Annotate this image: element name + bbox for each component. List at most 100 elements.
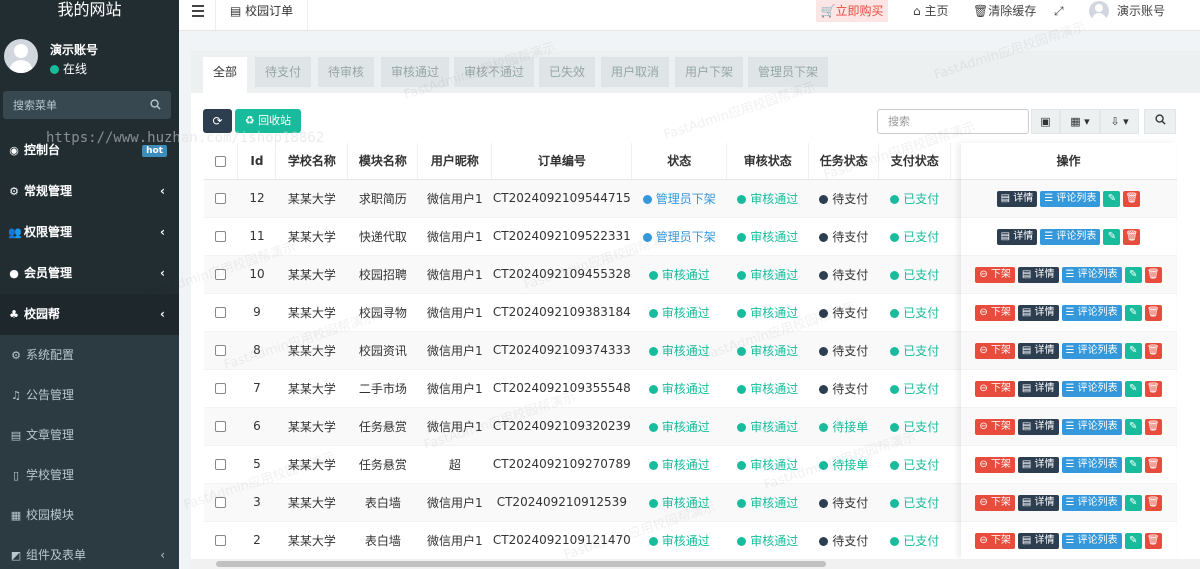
detail-button[interactable]: ▤ 详情: [1017, 342, 1059, 359]
edit-icon[interactable]: ✎: [1124, 532, 1142, 549]
detail-button[interactable]: ▤ 详情: [1017, 266, 1059, 283]
row-checkbox[interactable]: [204, 179, 238, 218]
delete-icon[interactable]: 🗑: [1144, 494, 1162, 511]
col-review-status[interactable]: 审核状态: [726, 143, 810, 180]
filter-tab-all[interactable]: 全部: [203, 57, 248, 93]
edit-icon[interactable]: ✎: [1124, 304, 1142, 321]
comments-button[interactable]: ☰ 评论列表: [1061, 380, 1122, 397]
off-shelf-button[interactable]: ⊖ 下架: [975, 380, 1015, 397]
col-module[interactable]: 模块名称: [347, 143, 419, 180]
select-all-checkbox[interactable]: [204, 143, 239, 180]
horizontal-scrollbar[interactable]: [191, 559, 1200, 569]
edit-icon[interactable]: ✎: [1124, 266, 1142, 283]
comments-button[interactable]: ☰ 评论列表: [1061, 304, 1122, 321]
delete-icon[interactable]: 🗑: [1144, 380, 1162, 397]
off-shelf-button[interactable]: ⊖ 下架: [975, 532, 1015, 549]
detail-button[interactable]: ▤ 详情: [996, 190, 1038, 207]
sidebar-item-general[interactable]: ⚙ 常规管理 ‹: [0, 171, 179, 212]
detail-button[interactable]: ▤ 详情: [1017, 304, 1059, 321]
detail-button[interactable]: ▤ 详情: [1017, 494, 1059, 511]
comments-button[interactable]: ☰ 评论列表: [1061, 532, 1122, 549]
col-order-no[interactable]: 订单编号: [491, 143, 633, 180]
off-shelf-button[interactable]: ⊖ 下架: [975, 456, 1015, 473]
off-shelf-button[interactable]: ⊖ 下架: [975, 266, 1015, 283]
fullscreen-icon[interactable]: ⤢: [1054, 0, 1064, 22]
delete-icon[interactable]: 🗑: [1144, 304, 1162, 321]
export-button[interactable]: ⇩ ▾: [1100, 109, 1139, 134]
col-nickname[interactable]: 用户昵称: [417, 143, 493, 180]
recycle-bin-button[interactable]: ♻ 回收站: [235, 109, 301, 133]
sidebar-item-dashboard[interactable]: ◉ 控制台 hot: [0, 130, 179, 171]
comments-button[interactable]: ☰ 评论列表: [1040, 190, 1101, 207]
scrollbar-thumb[interactable]: [216, 561, 826, 567]
buy-now-button[interactable]: 🛒立即购买: [816, 0, 888, 22]
table-search-input[interactable]: 搜索: [877, 109, 1029, 134]
detail-button[interactable]: ▤ 详情: [1017, 418, 1059, 435]
sidebar-item-campus[interactable]: ♣ 校园帮 ‹: [0, 294, 179, 335]
filter-tab-user-cancelled[interactable]: 用户取消: [601, 57, 670, 87]
detail-button[interactable]: ▤ 详情: [996, 228, 1038, 245]
sidebar-item-articles[interactable]: ▤ 文章管理: [0, 415, 179, 455]
detail-button[interactable]: ▤ 详情: [1017, 456, 1059, 473]
row-checkbox[interactable]: [204, 369, 238, 408]
detail-button[interactable]: ▤ 详情: [1017, 532, 1059, 549]
row-checkbox[interactable]: [204, 293, 238, 332]
sidebar-item-permissions[interactable]: 👥 权限管理 ‹: [0, 212, 179, 253]
sidebar-item-system-config[interactable]: ⚙ 系统配置: [0, 335, 179, 375]
filter-tab-pending-review[interactable]: 待审核: [318, 57, 375, 87]
menu-toggle-icon[interactable]: [192, 5, 204, 20]
edit-icon[interactable]: ✎: [1124, 456, 1142, 473]
filter-tab-unpaid[interactable]: 待支付: [255, 57, 312, 87]
home-link[interactable]: ⌂ 主页: [913, 0, 948, 22]
sidebar-item-components[interactable]: ◩ 组件及表单 ‹: [0, 535, 179, 569]
off-shelf-button[interactable]: ⊖ 下架: [975, 494, 1015, 511]
row-checkbox[interactable]: [204, 407, 238, 446]
sidebar-item-modules[interactable]: ▦ 校园模块: [0, 495, 179, 535]
row-checkbox[interactable]: [204, 483, 238, 522]
delete-icon[interactable]: 🗑: [1144, 266, 1162, 283]
site-title[interactable]: 我的网站: [0, 0, 179, 22]
delete-icon[interactable]: 🗑: [1144, 532, 1162, 549]
comments-button[interactable]: ☰ 评论列表: [1061, 342, 1122, 359]
edit-icon[interactable]: ✎: [1103, 190, 1121, 207]
off-shelf-button[interactable]: ⊖ 下架: [975, 342, 1015, 359]
header-avatar[interactable]: [1089, 1, 1109, 21]
filter-tab-expired[interactable]: 已失效: [539, 57, 596, 87]
col-school[interactable]: 学校名称: [275, 143, 349, 180]
filter-tab-rejected[interactable]: 审核不通过: [454, 57, 535, 87]
edit-icon[interactable]: ✎: [1103, 228, 1121, 245]
row-checkbox[interactable]: [204, 521, 238, 559]
col-status[interactable]: 状态: [631, 143, 728, 180]
row-checkbox[interactable]: [204, 217, 238, 256]
detail-button[interactable]: ▤ 详情: [1017, 380, 1059, 397]
off-shelf-button[interactable]: ⊖ 下架: [975, 304, 1015, 321]
sidebar-item-members[interactable]: ● 会员管理 ‹: [0, 253, 179, 294]
comments-button[interactable]: ☰ 评论列表: [1061, 266, 1122, 283]
tab-campus-orders[interactable]: ▤ 校园订单: [215, 0, 309, 30]
comments-button[interactable]: ☰ 评论列表: [1061, 456, 1122, 473]
filter-tab-admin-removed[interactable]: 管理员下架: [748, 57, 829, 87]
row-checkbox[interactable]: [204, 255, 238, 294]
comments-button[interactable]: ☰ 评论列表: [1061, 494, 1122, 511]
delete-icon[interactable]: 🗑: [1123, 190, 1141, 207]
account-name[interactable]: 演示账号: [1117, 0, 1165, 22]
edit-icon[interactable]: ✎: [1124, 494, 1142, 511]
edit-icon[interactable]: ✎: [1124, 418, 1142, 435]
delete-icon[interactable]: 🗑: [1123, 228, 1141, 245]
delete-icon[interactable]: 🗑: [1144, 418, 1162, 435]
comments-button[interactable]: ☰ 评论列表: [1040, 228, 1101, 245]
row-checkbox[interactable]: [204, 331, 238, 370]
col-pay-status[interactable]: 支付状态: [878, 143, 952, 180]
row-checkbox[interactable]: [204, 445, 238, 484]
filter-tab-approved[interactable]: 审核通过: [381, 57, 450, 87]
delete-icon[interactable]: 🗑: [1144, 456, 1162, 473]
off-shelf-button[interactable]: ⊖ 下架: [975, 418, 1015, 435]
toggle-view-button[interactable]: ▣: [1031, 109, 1060, 134]
sidebar-search-input[interactable]: [3, 91, 143, 119]
advanced-search-button[interactable]: [1144, 109, 1176, 134]
col-id[interactable]: Id: [237, 143, 277, 180]
edit-icon[interactable]: ✎: [1124, 342, 1142, 359]
col-task-status[interactable]: 任务状态: [808, 143, 880, 180]
sidebar-item-announcements[interactable]: ♫ 公告管理: [0, 375, 179, 415]
filter-tab-user-removed[interactable]: 用户下架: [675, 57, 744, 87]
